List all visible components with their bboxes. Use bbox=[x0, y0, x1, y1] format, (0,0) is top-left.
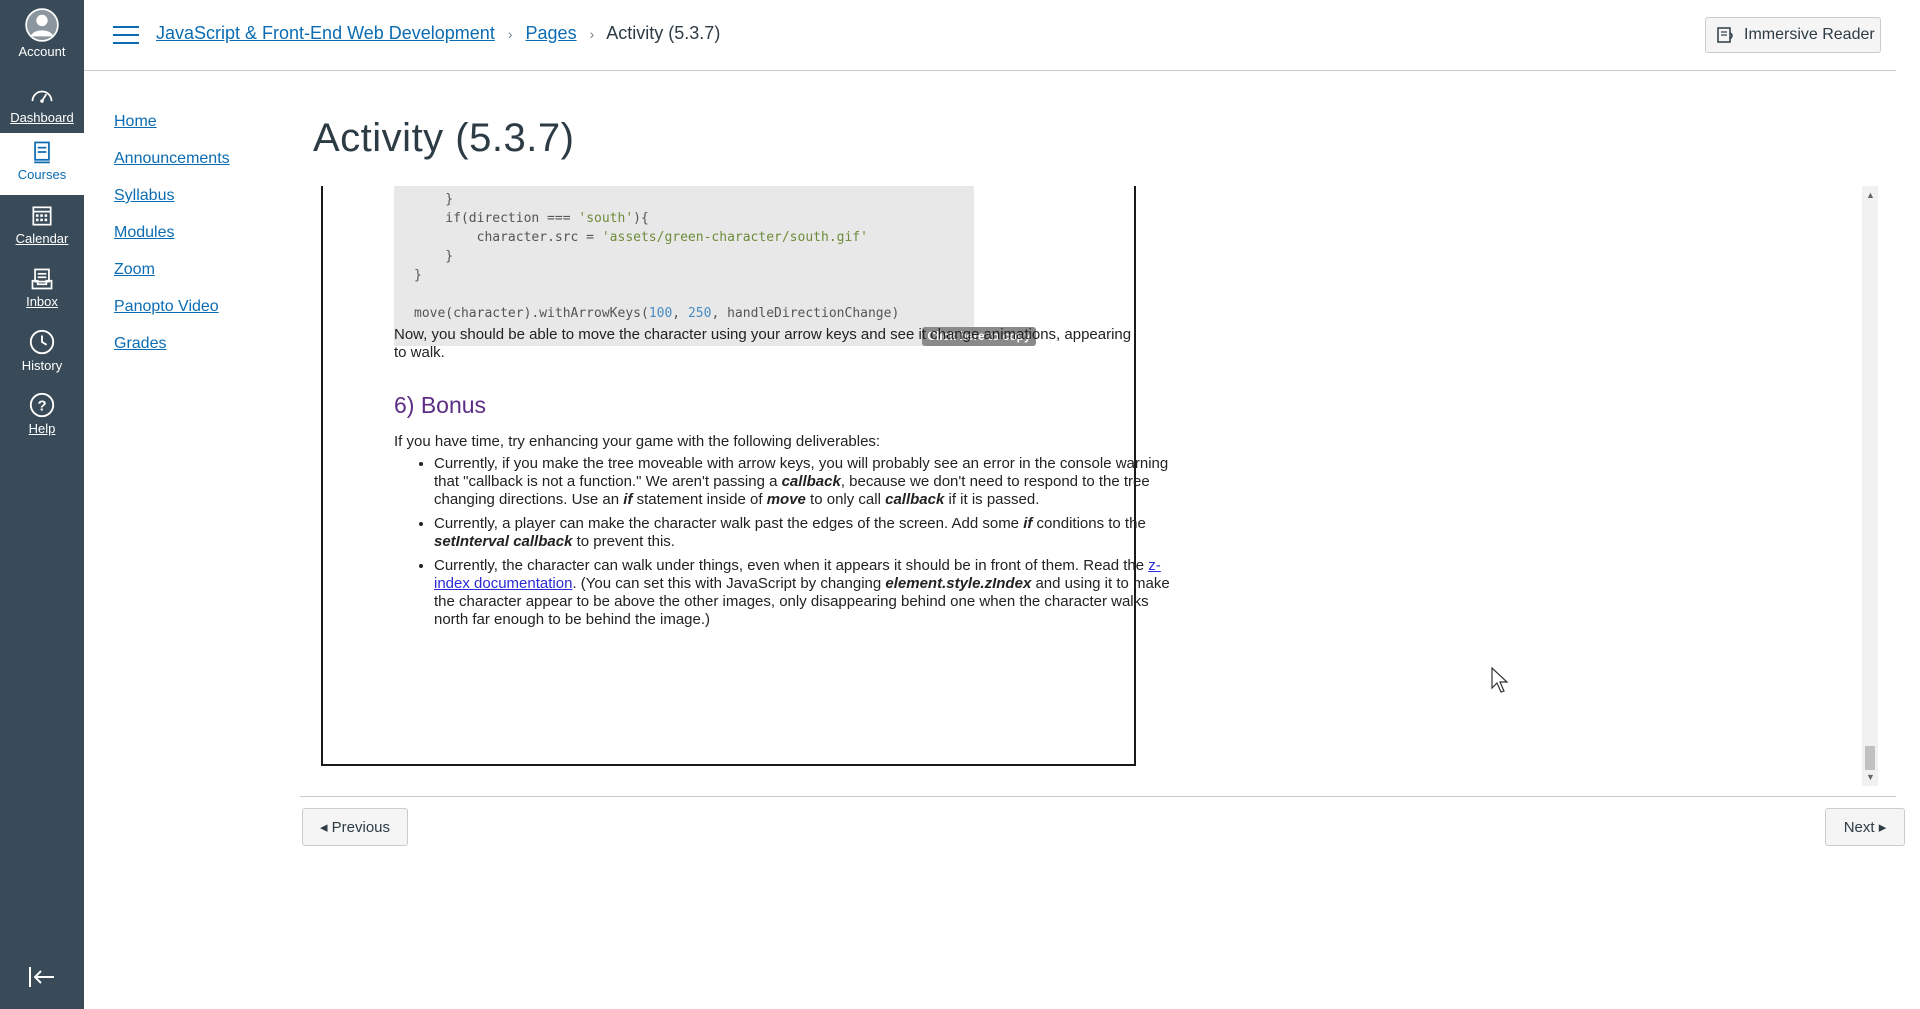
course-nav-modules[interactable]: Modules bbox=[114, 214, 230, 251]
code-line: character.src = 'assets/green-character/… bbox=[414, 230, 868, 245]
global-nav-courses[interactable]: Courses bbox=[0, 133, 84, 195]
immersive-reader-icon bbox=[1717, 27, 1733, 43]
global-nav-calendar[interactable]: Calendar bbox=[0, 197, 84, 259]
breadcrumb-separator-icon: › bbox=[507, 26, 513, 42]
list-item: Currently, the character can walk under … bbox=[434, 557, 1174, 629]
global-nav-history-label: History bbox=[21, 358, 63, 373]
course-nav-zoom[interactable]: Zoom bbox=[114, 251, 230, 288]
previous-button[interactable]: ◂ Previous bbox=[302, 808, 408, 846]
global-nav-dashboard[interactable]: Dashboard bbox=[0, 76, 84, 138]
code-line: if(direction === 'south'){ bbox=[414, 211, 649, 226]
code-block: } if(direction === 'south'){ character.s… bbox=[394, 186, 1036, 346]
global-nav-history[interactable]: History bbox=[0, 322, 84, 384]
code-line: } bbox=[414, 249, 454, 264]
course-nav-grades[interactable]: Grades bbox=[114, 325, 230, 362]
svg-text:?: ? bbox=[37, 398, 46, 415]
global-navigation: Account Dashboard Courses Calendar Inbox… bbox=[0, 0, 84, 1009]
page-title: Activity (5.3.7) bbox=[313, 116, 575, 160]
breadcrumb-separator-icon: › bbox=[589, 26, 595, 42]
global-nav-inbox-label: Inbox bbox=[26, 294, 58, 309]
immersive-reader-button[interactable]: Immersive Reader bbox=[1705, 17, 1881, 53]
mouse-cursor-icon bbox=[1491, 666, 1509, 693]
breadcrumb-course[interactable]: JavaScript & Front-End Web Development bbox=[156, 23, 495, 43]
calendar-icon bbox=[32, 206, 52, 226]
page-header: JavaScript & Front-End Web Development ›… bbox=[84, 0, 1896, 71]
global-nav-help[interactable]: ? Help bbox=[0, 385, 84, 447]
list-item: Currently, a player can make the charact… bbox=[434, 515, 1174, 551]
scroll-down-icon[interactable]: ▼ bbox=[1866, 772, 1875, 782]
breadcrumb-pages[interactable]: Pages bbox=[526, 23, 577, 43]
course-nav-announcements[interactable]: Announcements bbox=[114, 140, 230, 177]
bonus-heading: 6) Bonus bbox=[394, 392, 487, 418]
list-item: Currently, if you make the tree moveable… bbox=[434, 455, 1174, 509]
inbox-icon bbox=[31, 268, 53, 290]
code-line: } bbox=[414, 192, 454, 207]
course-nav-home[interactable]: Home bbox=[114, 103, 230, 140]
footer-divider bbox=[300, 796, 1896, 797]
account-icon bbox=[25, 8, 59, 42]
course-navigation: Home Announcements Syllabus Modules Zoom… bbox=[114, 103, 230, 362]
course-nav-panopto-video[interactable]: Panopto Video bbox=[114, 288, 230, 325]
bonus-intro: If you have time, try enhancing your gam… bbox=[394, 433, 881, 450]
next-button[interactable]: Next ▸ bbox=[1825, 808, 1905, 846]
scrollbar-thumb[interactable] bbox=[1865, 746, 1875, 770]
collapse-nav-icon[interactable] bbox=[27, 965, 57, 989]
code-line: } bbox=[414, 268, 422, 283]
bonus-list: Currently, if you make the tree moveable… bbox=[394, 455, 1174, 635]
embedded-content-frame[interactable]: } if(direction === 'south'){ character.s… bbox=[300, 186, 1888, 788]
immersive-reader-label: Immersive Reader bbox=[1744, 26, 1875, 43]
course-nav-syllabus[interactable]: Syllabus bbox=[114, 177, 230, 214]
breadcrumb-current: Activity (5.3.7) bbox=[606, 23, 721, 43]
scroll-up-icon[interactable]: ▲ bbox=[1866, 190, 1875, 200]
global-nav-courses-label: Courses bbox=[17, 167, 67, 182]
global-nav-calendar-label: Calendar bbox=[15, 231, 69, 246]
courses-icon bbox=[34, 141, 50, 164]
breadcrumb: JavaScript & Front-End Web Development ›… bbox=[156, 23, 720, 44]
activity-document: } if(direction === 'south'){ character.s… bbox=[321, 186, 1170, 766]
after-code-paragraph: Now, you should be able to move the char… bbox=[394, 326, 1132, 361]
global-nav-dashboard-label: Dashboard bbox=[10, 110, 74, 125]
global-nav-account-label: Account bbox=[18, 44, 66, 59]
global-nav-inbox[interactable]: Inbox bbox=[0, 260, 84, 322]
dashboard-icon bbox=[31, 90, 53, 103]
frame-scrollbar[interactable]: ▲ ▼ bbox=[1862, 186, 1878, 786]
global-nav-help-label: Help bbox=[28, 421, 56, 436]
code-line: move(character).withArrowKeys(100, 250, … bbox=[414, 306, 900, 321]
history-icon bbox=[29, 329, 55, 355]
global-nav-account[interactable]: Account bbox=[0, 0, 84, 62]
help-icon: ? bbox=[29, 392, 55, 418]
course-menu-toggle-icon[interactable] bbox=[113, 26, 139, 46]
